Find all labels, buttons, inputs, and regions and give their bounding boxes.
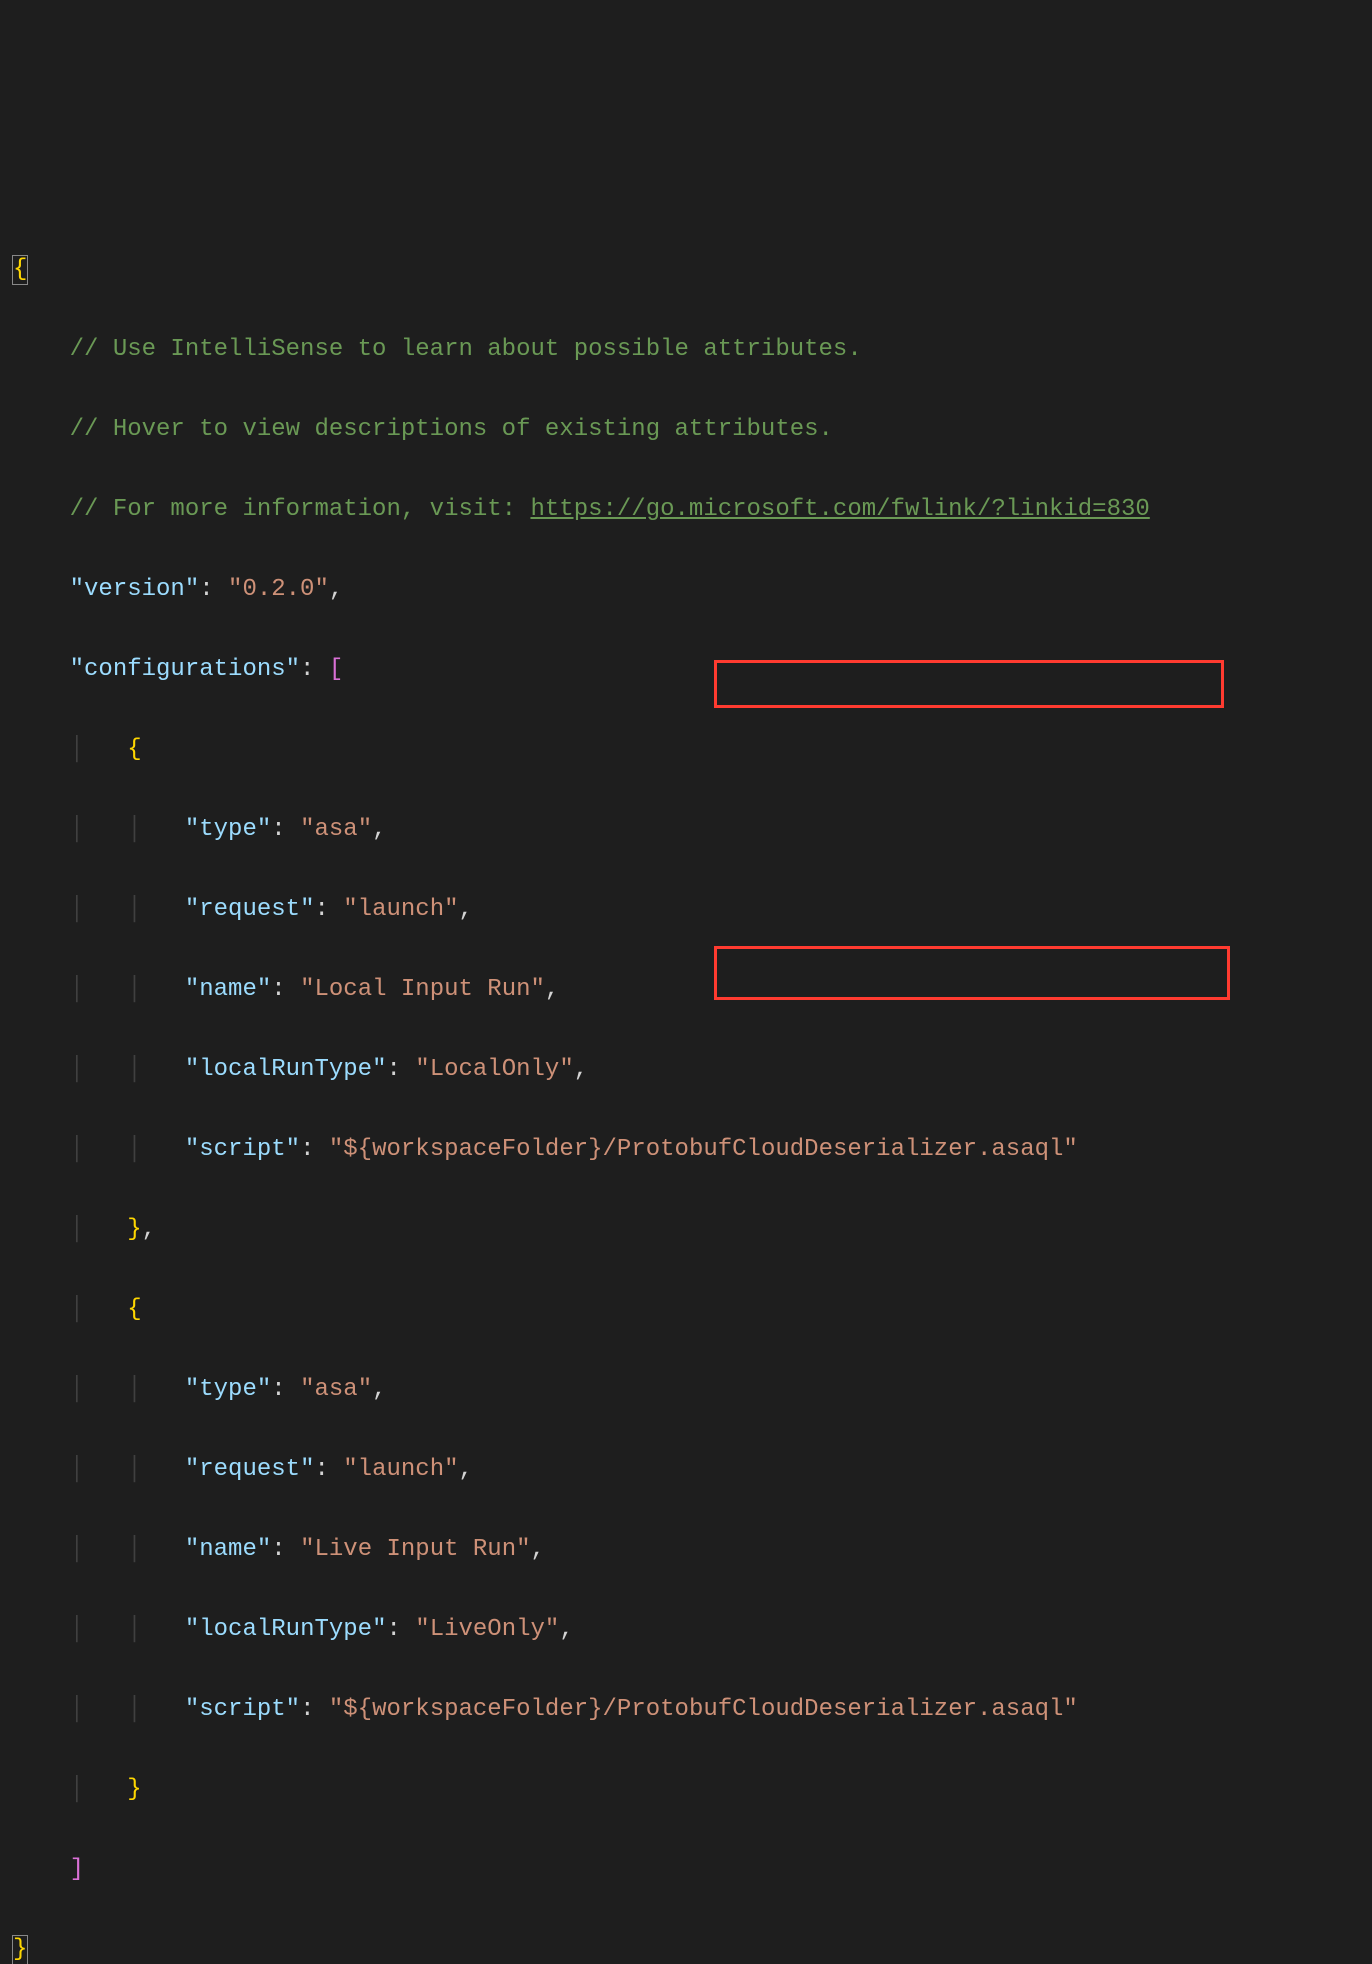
code-line[interactable]: "configurations": [ [12, 650, 1360, 690]
code-line[interactable]: │ { [12, 730, 1360, 770]
code-line[interactable]: // For more information, visit: https://… [12, 490, 1360, 530]
comment-link[interactable]: https://go.microsoft.com/fwlink/?linkid=… [530, 496, 1149, 523]
val-asa: "asa" [300, 816, 372, 843]
code-editor[interactable]: { // Use IntelliSense to learn about pos… [0, 160, 1372, 1964]
code-line[interactable]: "version": "0.2.0", [12, 570, 1360, 610]
val-name1: "Local Input Run" [300, 976, 545, 1003]
key-localruntype: "localRunType" [185, 1616, 387, 1643]
code-line[interactable]: │ │ "name": "Live Input Run", [12, 1530, 1360, 1570]
code-line[interactable]: │ │ "name": "Local Input Run", [12, 970, 1360, 1010]
val-script-prefix: "${workspaceFolder} [329, 1136, 603, 1163]
val-version: "0.2.0" [228, 576, 329, 603]
comment-intellisense: // Use IntelliSense to learn about possi… [70, 336, 862, 363]
val-asa: "asa" [300, 1376, 372, 1403]
val-script-file1: /ProtobufCloudDeserializer.asaql" [603, 1136, 1078, 1163]
key-name: "name" [185, 976, 271, 1003]
val-script-file2: /ProtobufCloudDeserializer.asaql" [603, 1696, 1078, 1723]
code-line[interactable]: │ │ "type": "asa", [12, 810, 1360, 850]
key-script: "script" [185, 1136, 300, 1163]
code-line[interactable]: { [12, 250, 1360, 290]
code-line[interactable]: │ │ "script": "${workspaceFolder}/Protob… [12, 1690, 1360, 1730]
val-launch: "launch" [343, 1456, 458, 1483]
code-line[interactable]: │ │ "localRunType": "LocalOnly", [12, 1050, 1360, 1090]
code-content[interactable]: { // Use IntelliSense to learn about pos… [12, 210, 1360, 1964]
code-line[interactable]: │ │ "type": "asa", [12, 1370, 1360, 1410]
code-line[interactable]: ] [12, 1850, 1360, 1890]
code-line[interactable]: │ } [12, 1770, 1360, 1810]
code-line[interactable]: │ │ "request": "launch", [12, 1450, 1360, 1490]
code-line[interactable]: │ }, [12, 1210, 1360, 1250]
code-line[interactable]: // Use IntelliSense to learn about possi… [12, 330, 1360, 370]
comment-hover: // Hover to view descriptions of existin… [70, 416, 833, 443]
val-script-prefix: "${workspaceFolder} [329, 1696, 603, 1723]
val-liveonly: "LiveOnly" [415, 1616, 559, 1643]
key-name: "name" [185, 1536, 271, 1563]
key-request: "request" [185, 896, 315, 923]
key-script: "script" [185, 1696, 300, 1723]
key-type: "type" [185, 1376, 271, 1403]
close-brace: } [12, 1935, 28, 1964]
val-localonly: "LocalOnly" [415, 1056, 573, 1083]
key-localruntype: "localRunType" [185, 1056, 387, 1083]
key-configurations: "configurations" [70, 656, 300, 683]
key-type: "type" [185, 816, 271, 843]
comment-info: // For more information, visit: [70, 496, 531, 523]
val-name2: "Live Input Run" [300, 1536, 530, 1563]
code-line[interactable]: │ { [12, 1290, 1360, 1330]
open-brace: { [12, 255, 28, 285]
code-line[interactable]: │ │ "script": "${workspaceFolder}/Protob… [12, 1130, 1360, 1170]
code-line[interactable]: } [12, 1930, 1360, 1964]
val-launch: "launch" [343, 896, 458, 923]
key-version: "version" [70, 576, 200, 603]
code-line[interactable]: │ │ "localRunType": "LiveOnly", [12, 1610, 1360, 1650]
code-line[interactable]: // Hover to view descriptions of existin… [12, 410, 1360, 450]
key-request: "request" [185, 1456, 315, 1483]
code-line[interactable]: │ │ "request": "launch", [12, 890, 1360, 930]
